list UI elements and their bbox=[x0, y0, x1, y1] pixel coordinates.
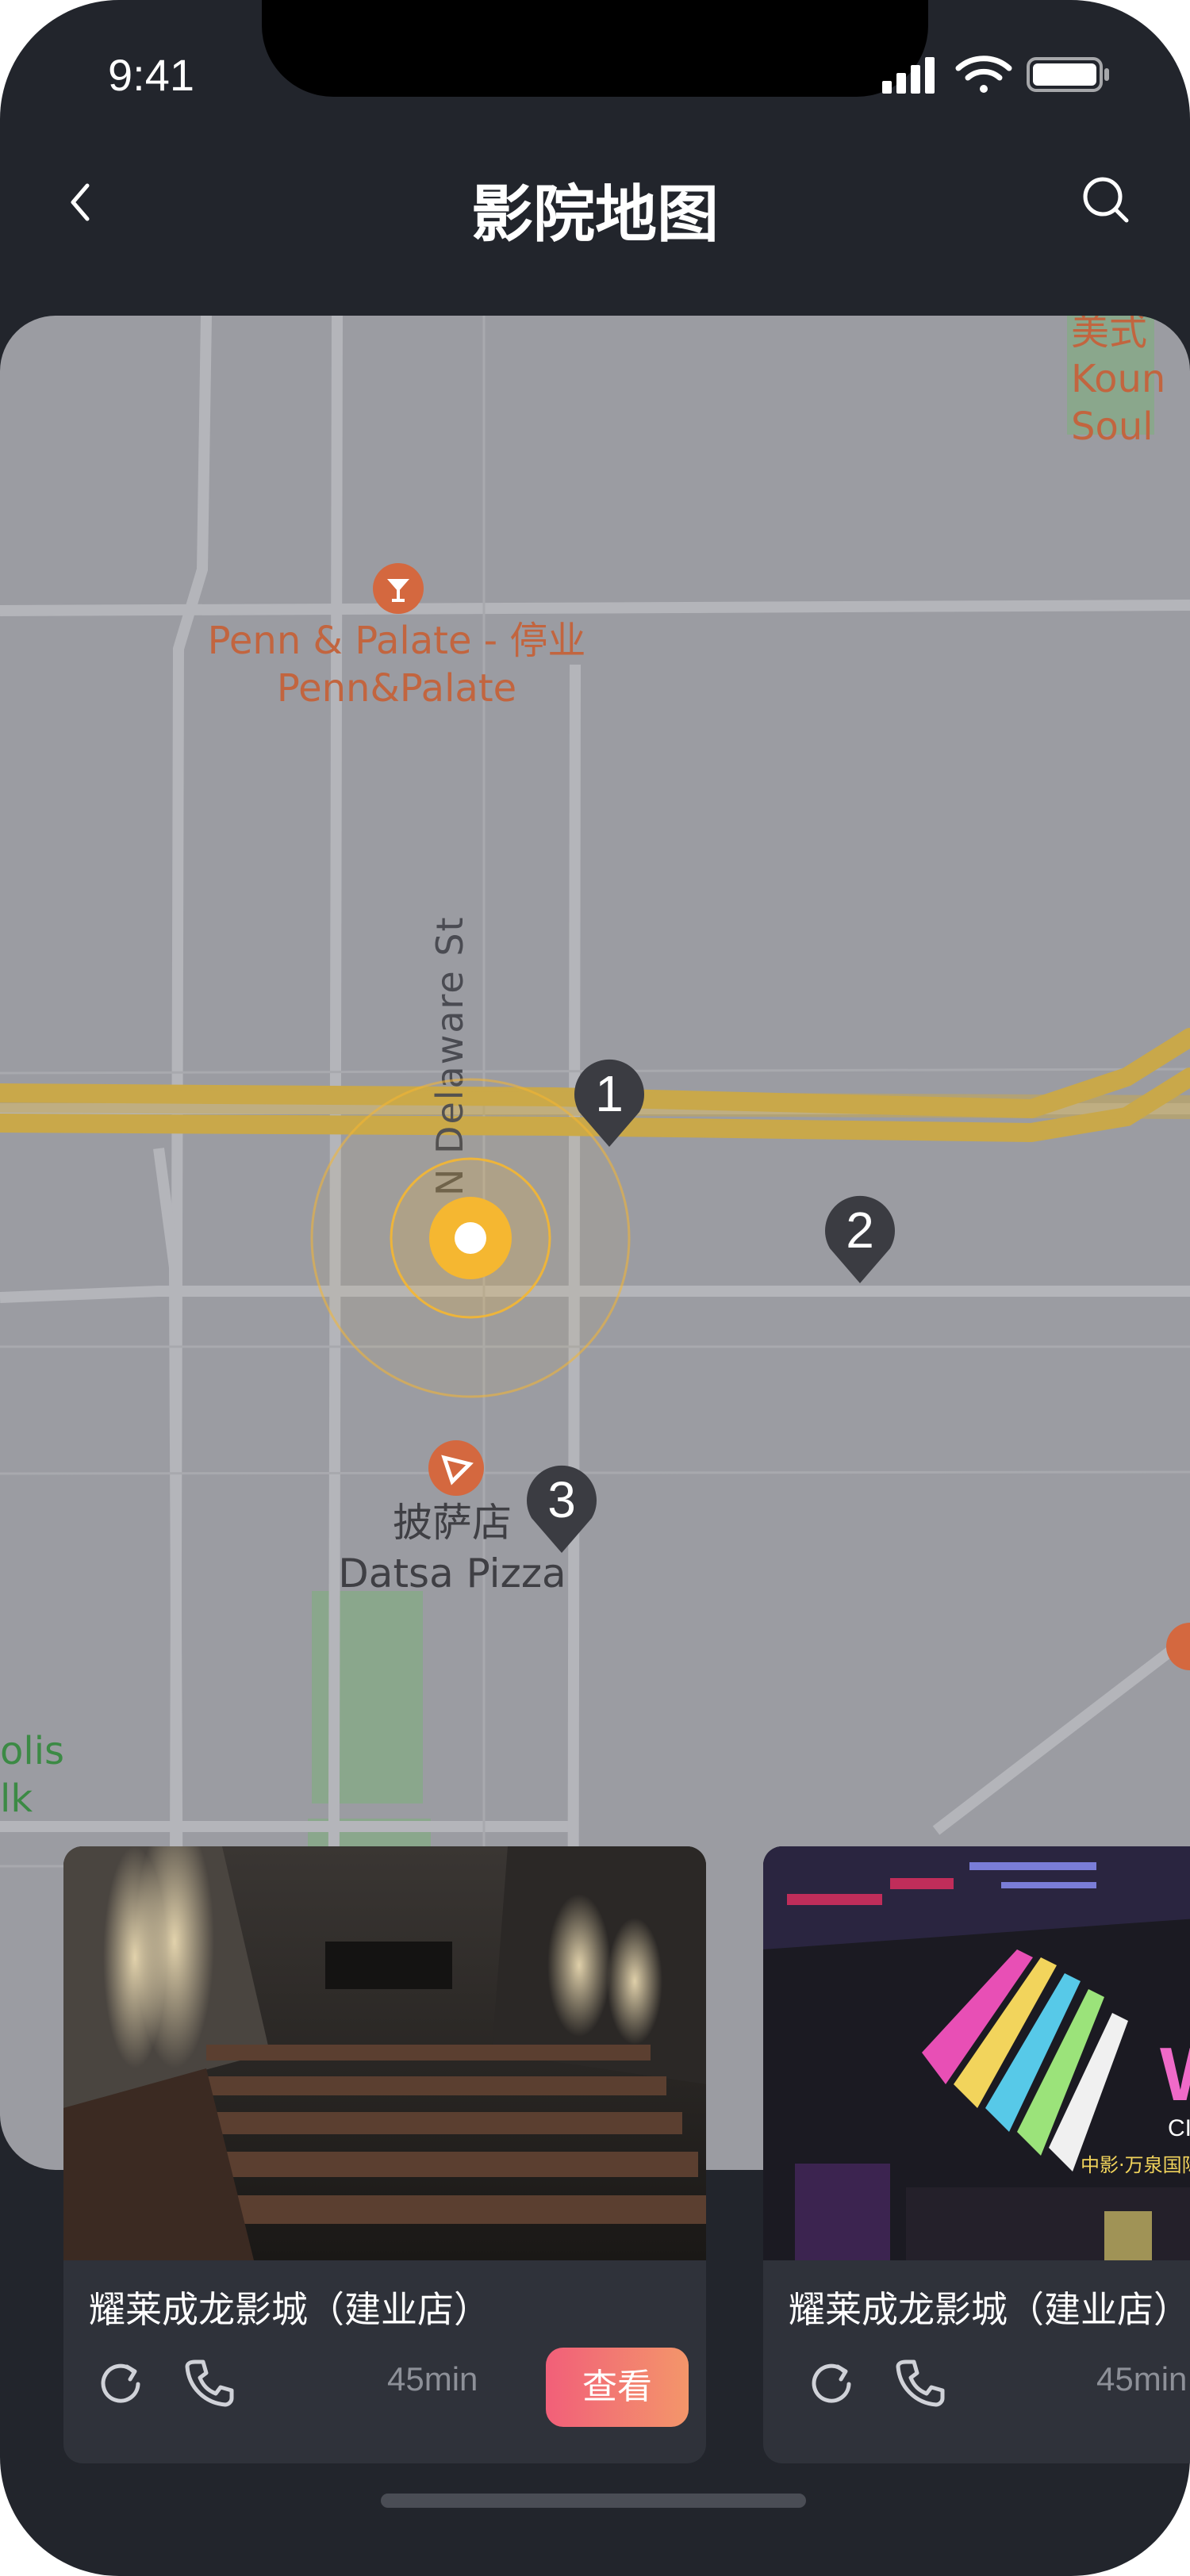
refresh-icon[interactable] bbox=[803, 2354, 860, 2411]
phone-screen: Penn & Palate - 停业 Penn&Palate 美式 Koun S… bbox=[0, 0, 1190, 2576]
phone-icon[interactable] bbox=[181, 2354, 238, 2411]
cinema-pin-2[interactable]: 2 bbox=[822, 1190, 898, 1285]
signal-icon bbox=[882, 57, 935, 94]
poi-label: Datsa Pizza bbox=[338, 1551, 566, 1597]
poi-label: Penn&Palate bbox=[276, 666, 517, 711]
device-notch bbox=[262, 0, 928, 97]
pin-number: 1 bbox=[595, 1065, 624, 1122]
edge-poi-icon[interactable] bbox=[1166, 1623, 1190, 1670]
wifi-icon bbox=[955, 56, 1012, 93]
status-time: 9:41 bbox=[108, 50, 194, 100]
poi-label: Penn & Palate - 停业 bbox=[207, 619, 586, 663]
cinema-pin-1[interactable]: 1 bbox=[571, 1053, 647, 1148]
phone-icon[interactable] bbox=[892, 2354, 949, 2411]
svg-text:中影·万泉国际: 中影·万泉国际 bbox=[1081, 2154, 1190, 2176]
cinema-card[interactable]: 耀莱成龙影城（建业店） 45min 查看 bbox=[63, 1846, 706, 2463]
travel-time: 45min bbox=[1096, 2360, 1188, 2398]
pin-number: 2 bbox=[846, 1202, 874, 1259]
cinema-photo bbox=[63, 1846, 706, 2260]
poi-label: Soul bbox=[1071, 404, 1154, 449]
cinema-pin-3[interactable]: 3 bbox=[524, 1459, 600, 1554]
svg-text:CINEMA: CINEMA bbox=[1168, 2115, 1190, 2141]
cinema-card[interactable]: WO CINEMA 中影·万泉国际 耀莱成龙影城（建业店） 45min bbox=[763, 1846, 1190, 2463]
sign-text: WO bbox=[1160, 2032, 1190, 2117]
pizza-icon[interactable] bbox=[428, 1440, 484, 1496]
poi-penn-palate[interactable]: Penn & Palate - 停业 Penn&Palate bbox=[175, 617, 619, 712]
search-icon[interactable] bbox=[1071, 165, 1142, 236]
cinema-photo: WO CINEMA 中影·万泉国际 bbox=[763, 1846, 1190, 2260]
travel-time: 45min bbox=[387, 2360, 478, 2398]
status-icons bbox=[882, 52, 1144, 97]
park-area bbox=[312, 1591, 423, 1804]
poi-label: Koun bbox=[1071, 357, 1166, 401]
battery-icon bbox=[1027, 57, 1109, 92]
poi-top-right[interactable]: 美式 Koun Soul bbox=[1071, 316, 1190, 450]
cinema-name: 耀莱成龙影城（建业店） bbox=[789, 2288, 1190, 2331]
page-title: 影院地图 bbox=[470, 179, 719, 251]
cinema-name: 耀莱成龙影城（建业店） bbox=[89, 2288, 490, 2331]
poi-label: 美式 bbox=[1071, 316, 1148, 354]
poi-left-edge: olis lk bbox=[0, 1729, 65, 1821]
view-button[interactable]: 查看 bbox=[546, 2348, 689, 2427]
refresh-icon[interactable] bbox=[92, 2354, 149, 2411]
home-indicator[interactable] bbox=[381, 2494, 806, 2508]
pin-number: 3 bbox=[547, 1471, 576, 1528]
nav-bar: 影院地图 bbox=[0, 143, 1190, 262]
